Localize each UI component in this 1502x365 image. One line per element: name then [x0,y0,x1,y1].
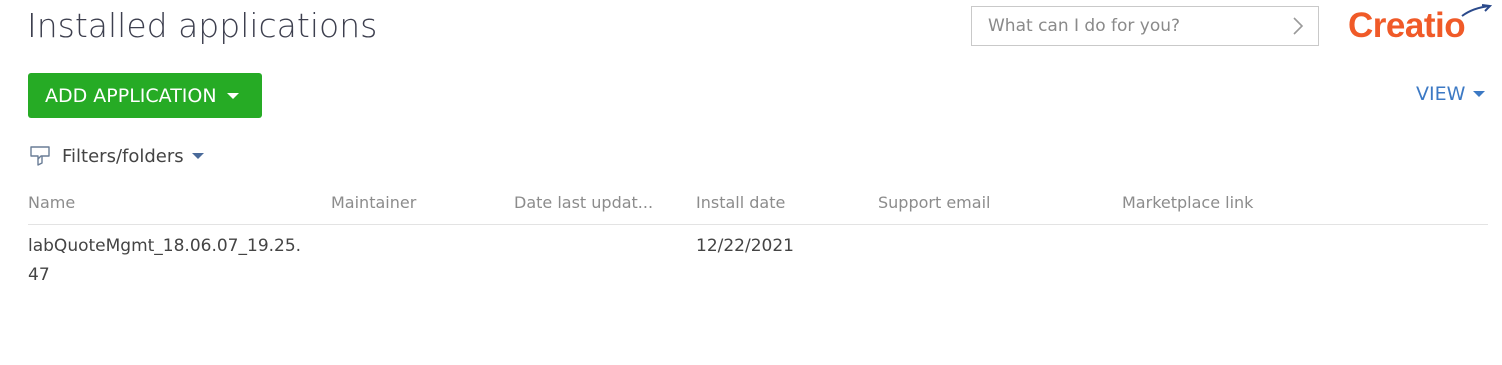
page-title: Installed applications [27,6,378,45]
column-header-marketplace-link[interactable]: Marketplace link [1122,193,1342,212]
view-label: VIEW [1416,83,1466,105]
caret-down-icon [1473,91,1486,97]
add-application-label: ADD APPLICATION [45,84,217,107]
caret-down-icon [191,153,204,159]
filters-folders-label: Filters/folders [62,145,184,167]
logo-text: Creatio [1348,6,1466,45]
filter-folder-icon [30,146,50,166]
add-application-button[interactable]: ADD APPLICATION [28,73,262,118]
cell-name: labQuoteMgmt_18.06.07_19.25.47 [28,236,302,285]
cell-install-date: 12/22/2021 [696,236,794,256]
caret-down-icon [226,92,239,99]
creatio-logo: Creatio [1348,4,1493,48]
column-header-maintainer[interactable]: Maintainer [331,193,491,212]
chevron-right-icon[interactable] [1292,16,1304,36]
grid-header: Name Maintainer Date last updat... Insta… [28,193,1488,225]
page: Installed applications Creatio ADD APPLI… [0,0,1502,365]
command-search-input[interactable] [972,7,1280,45]
command-search-box[interactable] [971,6,1319,46]
column-header-support-email[interactable]: Support email [878,193,1098,212]
column-header-name[interactable]: Name [28,193,308,212]
logo-swoosh-icon [1461,4,1492,17]
filters-folders-button[interactable]: Filters/folders [28,144,204,168]
table-row[interactable]: labQuoteMgmt_18.06.07_19.25.47 12/22/202… [28,232,1488,292]
column-header-date-last-updated[interactable]: Date last updat... [514,193,674,212]
column-header-install-date[interactable]: Install date [696,193,856,212]
view-button[interactable]: VIEW [1416,83,1486,105]
